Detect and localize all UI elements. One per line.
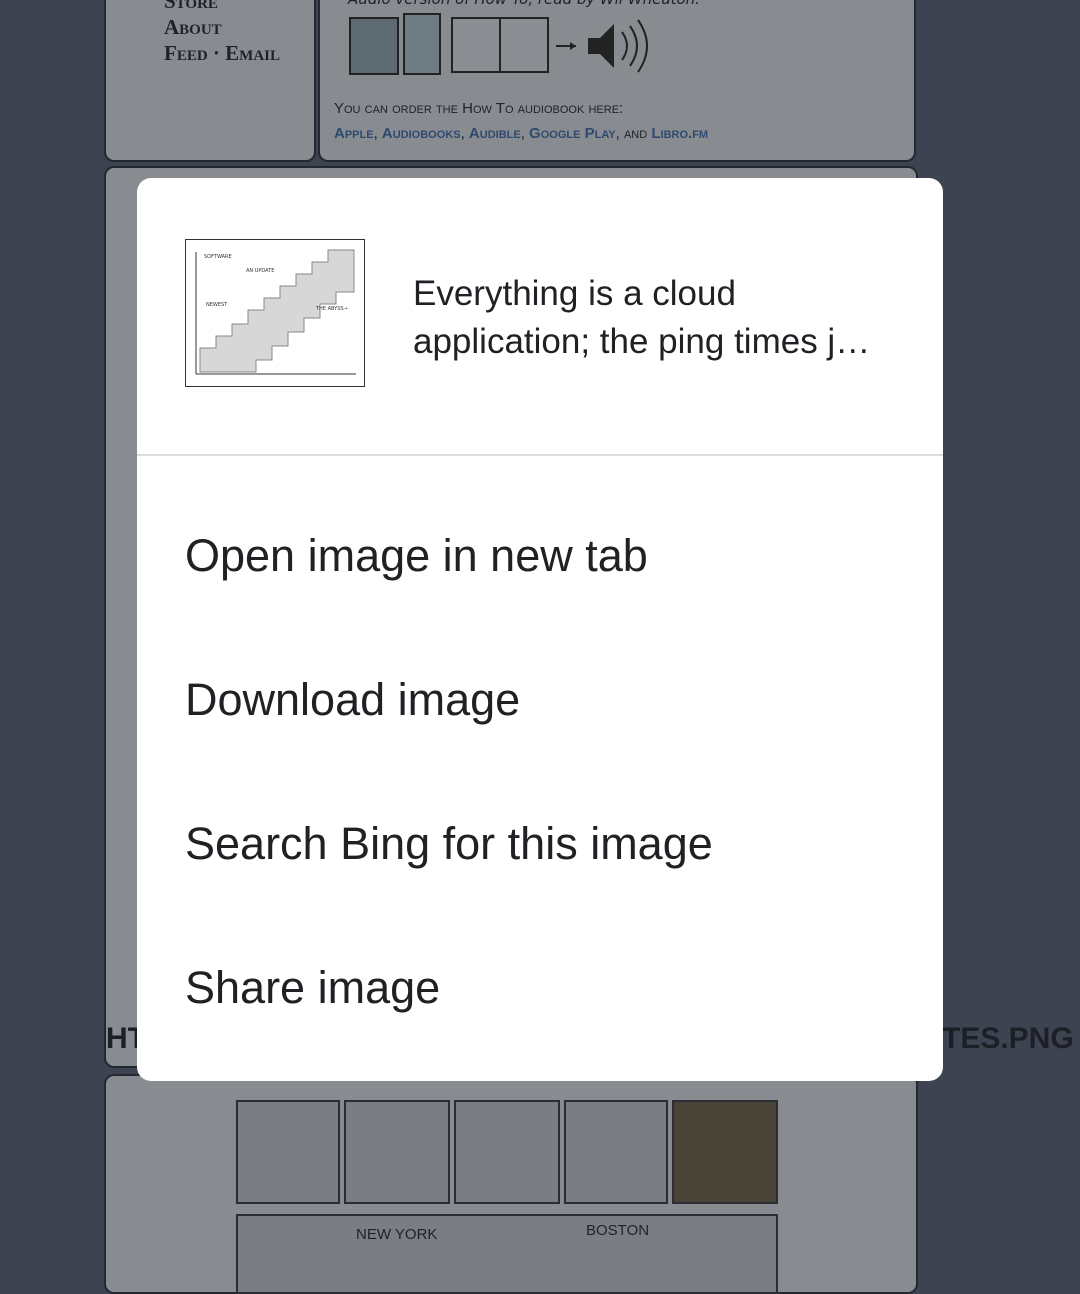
order-link-audiobooks[interactable]: Audiobooks [382, 125, 461, 142]
svg-text:THE ABYSS→: THE ABYSS→ [315, 306, 348, 312]
context-menu-header: SOFTWARE NEWEST AN UPDATE THE ABYSS→ ALL… [137, 178, 943, 454]
image-caption-line2: application; the ping times j… [413, 322, 871, 361]
nav-link-store[interactable]: Store [164, 0, 280, 14]
image-preview-thumbnail: SOFTWARE NEWEST AN UPDATE THE ABYSS→ ALL… [185, 239, 365, 392]
menu-label-open-image-new-tab: Open image in new tab [185, 530, 648, 581]
menu-search-bing-image[interactable]: Search Bing for this image [137, 772, 943, 916]
image-url-right: TES.PNG [942, 1022, 1074, 1055]
nav-links: Store About Feed · Email [164, 0, 280, 66]
image-caption-line1: Everything is a cloud [413, 274, 736, 313]
audiobook-illustration [349, 13, 648, 75]
strip-label-new-york: NEW YORK [356, 1226, 438, 1243]
menu-label-share-image: Share image [185, 962, 441, 1013]
comic-thumbnail[interactable]: NEW YORK BOSTON [236, 1214, 778, 1294]
header-divider [137, 454, 943, 456]
comic-thumbnail[interactable] [236, 1100, 340, 1204]
comic-thumbnail[interactable] [454, 1100, 560, 1204]
image-context-menu: SOFTWARE NEWEST AN UPDATE THE ABYSS→ ALL… [137, 178, 943, 1081]
svg-text:NEWEST: NEWEST [206, 302, 228, 308]
svg-text:SOFTWARE: SOFTWARE [204, 254, 232, 260]
menu-open-image-new-tab[interactable]: Open image in new tab [137, 484, 943, 628]
nav-link-feed-email[interactable]: Feed · Email [164, 40, 280, 66]
audiobook-panel: Audio version of How To, read by Wil Whe… [318, 0, 916, 162]
menu-share-image[interactable]: Share image [137, 916, 943, 1060]
menu-download-image[interactable]: Download image [137, 628, 943, 772]
comic-thumbnail[interactable] [672, 1100, 778, 1204]
order-links: Apple, Audiobooks, Audible, Google Play,… [334, 125, 709, 142]
order-text: You can order the How To audiobook here: [334, 100, 624, 117]
svg-text:AN UPDATE: AN UPDATE [246, 268, 274, 274]
menu-label-search-bing-image: Search Bing for this image [185, 818, 713, 869]
order-and: and [623, 125, 648, 142]
comic-preview-graphic: SOFTWARE NEWEST AN UPDATE THE ABYSS→ ALL… [195, 249, 356, 392]
strip-label-boston: BOSTON [586, 1222, 650, 1239]
order-link-librofm[interactable]: Libro.fm [651, 125, 708, 142]
nav-panel: Store About Feed · Email [104, 0, 316, 162]
comic-thumbnail[interactable] [344, 1100, 450, 1204]
audiobook-heading: Audio version of How To, read by Wil Whe… [348, 0, 700, 8]
image-caption: Everything is a cloud application; the p… [413, 270, 893, 366]
comic-thumbnail[interactable] [564, 1100, 668, 1204]
order-link-apple[interactable]: Apple [334, 125, 374, 142]
order-link-google-play[interactable]: Google Play [529, 125, 616, 142]
order-link-audible[interactable]: Audible [469, 125, 521, 142]
menu-label-download-image: Download image [185, 674, 521, 725]
nav-link-about[interactable]: About [164, 14, 280, 40]
